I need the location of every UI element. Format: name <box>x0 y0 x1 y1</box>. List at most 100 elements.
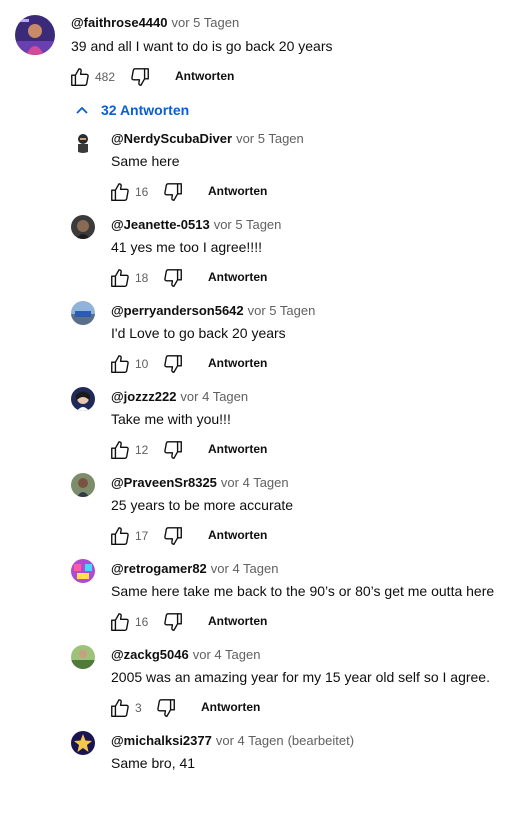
comment-actions: 17 Antworten <box>109 525 309 549</box>
like-button[interactable] <box>109 439 131 461</box>
reply-comment: @zackg5046 vor 4 Tagen 2005 was an amazing… <box>0 645 516 731</box>
thumbs-down-icon <box>162 181 184 203</box>
like-button[interactable] <box>109 697 131 719</box>
timestamp[interactable]: vor 5 Tagen <box>214 217 282 232</box>
reply-button[interactable]: Antworten <box>201 700 260 714</box>
like-count: 17 <box>135 529 149 543</box>
author-name[interactable]: @retrogamer82 <box>111 561 207 576</box>
comment-header: @michalksi2377 vor 4 Tagen (bearbeitet) <box>111 733 354 748</box>
thumbs-down-icon <box>155 697 177 719</box>
avatar[interactable] <box>71 473 95 497</box>
avatar[interactable] <box>71 387 95 411</box>
thumbs-down-icon <box>162 353 184 375</box>
like-button[interactable] <box>109 181 131 203</box>
timestamp[interactable]: vor 4 Tagen <box>193 647 261 662</box>
avatar[interactable] <box>15 15 55 55</box>
author-name[interactable]: @NerdyScubaDiver <box>111 131 232 146</box>
comment-text: 2005 was an amazing year for my 15 year … <box>111 669 490 685</box>
comment-actions: 16 Antworten <box>109 181 309 205</box>
thumbs-up-icon <box>109 697 131 719</box>
thumbs-down-icon <box>162 611 184 633</box>
timestamp[interactable]: vor 5 Tagen <box>236 131 304 146</box>
avatar[interactable] <box>71 301 95 325</box>
comment-header: @perryanderson5642 vor 5 Tagen <box>111 303 315 318</box>
dislike-button[interactable] <box>162 353 184 375</box>
like-button[interactable] <box>69 66 91 88</box>
timestamp[interactable]: vor 5 Tagen <box>248 303 316 318</box>
timestamp[interactable]: vor 4 Tagen <box>216 733 284 748</box>
thumbs-up-icon <box>69 66 91 88</box>
like-button[interactable] <box>109 353 131 375</box>
avatar[interactable] <box>71 731 95 755</box>
reply-button[interactable]: Antworten <box>208 614 267 628</box>
author-name[interactable]: @jozzz222 <box>111 389 176 404</box>
author-name[interactable]: @perryanderson5642 <box>111 303 244 318</box>
dislike-button[interactable] <box>162 267 184 289</box>
thumbs-up-icon <box>109 439 131 461</box>
timestamp[interactable]: vor 4 Tagen <box>211 561 279 576</box>
comment-text: Same bro, 41 <box>111 755 196 771</box>
reply-button[interactable]: Antworten <box>208 442 267 456</box>
thumbs-down-icon <box>162 439 184 461</box>
dislike-button[interactable] <box>162 611 184 633</box>
comment-text: 25 years to be more accurate <box>111 497 294 513</box>
comment-actions: 3 Antworten <box>109 697 309 721</box>
author-name[interactable]: @Jeanette-0513 <box>111 217 210 232</box>
comment-header: @faithrose4440 vor 5 Tagen <box>71 15 239 30</box>
like-count: 18 <box>135 271 149 285</box>
comment-header: @zackg5046 vor 4 Tagen <box>111 647 260 662</box>
like-count: 3 <box>135 701 142 715</box>
dislike-button[interactable] <box>162 181 184 203</box>
reply-comment: @retrogamer82 vor 4 Tagen Same here take m… <box>0 559 516 645</box>
comment-header: @NerdyScubaDiver vor 5 Tagen <box>111 131 304 146</box>
avatar[interactable] <box>71 129 95 153</box>
timestamp[interactable]: vor 4 Tagen <box>180 389 248 404</box>
thumbs-down-icon <box>162 267 184 289</box>
comment-text: Same here take me back to the 90’s or 80… <box>111 583 495 599</box>
chevron-up-icon <box>75 103 89 117</box>
avatar[interactable] <box>71 215 95 239</box>
comment-header: @PraveenSr8325 vor 4 Tagen <box>111 475 289 490</box>
author-name[interactable]: @PraveenSr8325 <box>111 475 217 490</box>
edited-label: (bearbeitet) <box>287 733 355 748</box>
comment-actions: 16 Antworten <box>109 611 309 635</box>
comment-actions: 10 Antworten <box>109 353 309 377</box>
like-button[interactable] <box>109 611 131 633</box>
like-button[interactable] <box>109 525 131 547</box>
reply-button[interactable]: Antworten <box>208 270 267 284</box>
like-count: 10 <box>135 357 149 371</box>
avatar[interactable] <box>71 559 95 583</box>
reply-comment: @jozzz222 vor 4 Tagen Take me with you!!! 1… <box>0 387 516 473</box>
reply-comment: @NerdyScubaDiver vor 5 Tagen Same here 16 An… <box>0 129 516 215</box>
comment-text: Take me with you!!! <box>111 411 231 427</box>
reply-comment: @PraveenSr8325 vor 4 Tagen 25 years to be … <box>0 473 516 559</box>
reply-comment: @Jeanette-0513 vor 5 Tagen 41 yes me too I… <box>0 215 516 301</box>
timestamp[interactable]: vor 4 Tagen <box>221 475 289 490</box>
comment-header: @jozzz222 vor 4 Tagen <box>111 389 248 404</box>
reply-button[interactable]: Antworten <box>208 528 267 542</box>
timestamp[interactable]: vor 5 Tagen <box>172 15 240 30</box>
thumbs-up-icon <box>109 525 131 547</box>
thumbs-up-icon <box>109 353 131 375</box>
dislike-button[interactable] <box>162 525 184 547</box>
author-name[interactable]: @zackg5046 <box>111 647 189 662</box>
comment-header: @Jeanette-0513 vor 5 Tagen <box>111 217 281 232</box>
dislike-button[interactable] <box>129 66 151 88</box>
reply-button[interactable]: Antworten <box>208 184 267 198</box>
author-name[interactable]: @michalksi2377 <box>111 733 212 748</box>
dislike-button[interactable] <box>162 439 184 461</box>
like-count: 12 <box>135 443 149 457</box>
like-button[interactable] <box>109 267 131 289</box>
reply-comment: @perryanderson5642 vor 5 Tagen I'd Love to… <box>0 301 516 387</box>
comment-text: I'd Love to go back 20 years <box>111 325 286 341</box>
reply-button[interactable]: Antworten <box>175 69 234 83</box>
comment-actions: 18 Antworten <box>109 267 309 291</box>
author-name[interactable]: @faithrose4440 <box>71 15 168 30</box>
like-count: 16 <box>135 185 149 199</box>
reply-button[interactable]: Antworten <box>208 356 267 370</box>
like-count: 482 <box>95 70 116 84</box>
dislike-button[interactable] <box>155 697 177 719</box>
avatar[interactable] <box>71 645 95 669</box>
thumbs-down-icon <box>162 525 184 547</box>
thumbs-up-icon <box>109 181 131 203</box>
